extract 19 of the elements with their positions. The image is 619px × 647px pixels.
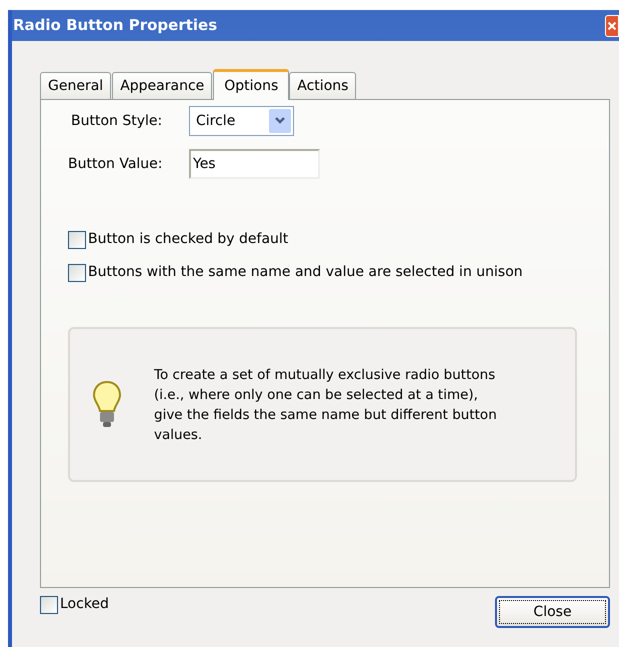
lightbulb-icon xyxy=(92,380,122,430)
field-label: Button Value: xyxy=(68,154,164,174)
style-dropdown[interactable]: Circle xyxy=(189,106,294,136)
checkbox-label: Button is checked by default xyxy=(88,230,288,249)
tab[interactable]: Options xyxy=(213,69,290,100)
tab[interactable]: Appearance xyxy=(112,72,212,99)
checkbox-label: Buttons with the same name and value are selected in unison xyxy=(88,263,523,282)
value-field[interactable]: Yes xyxy=(189,149,320,179)
hint-text: To create a set of mutually exclusive radio buttons (i.e., where only one can be selected at a time), give the fields the same name but different button values. xyxy=(154,366,498,444)
window-title: Radio Button Properties xyxy=(13,15,218,36)
checkbox[interactable] xyxy=(40,596,58,614)
checkbox[interactable] xyxy=(68,230,86,248)
close-button[interactable]: Close xyxy=(495,596,610,628)
close-icon[interactable] xyxy=(605,14,619,36)
tab[interactable]: General xyxy=(40,72,112,99)
checkbox[interactable] xyxy=(68,264,86,282)
checkbox-label: Locked xyxy=(60,595,109,614)
tab[interactable]: Actions xyxy=(289,72,356,99)
field-label: Button Style: xyxy=(70,112,164,130)
